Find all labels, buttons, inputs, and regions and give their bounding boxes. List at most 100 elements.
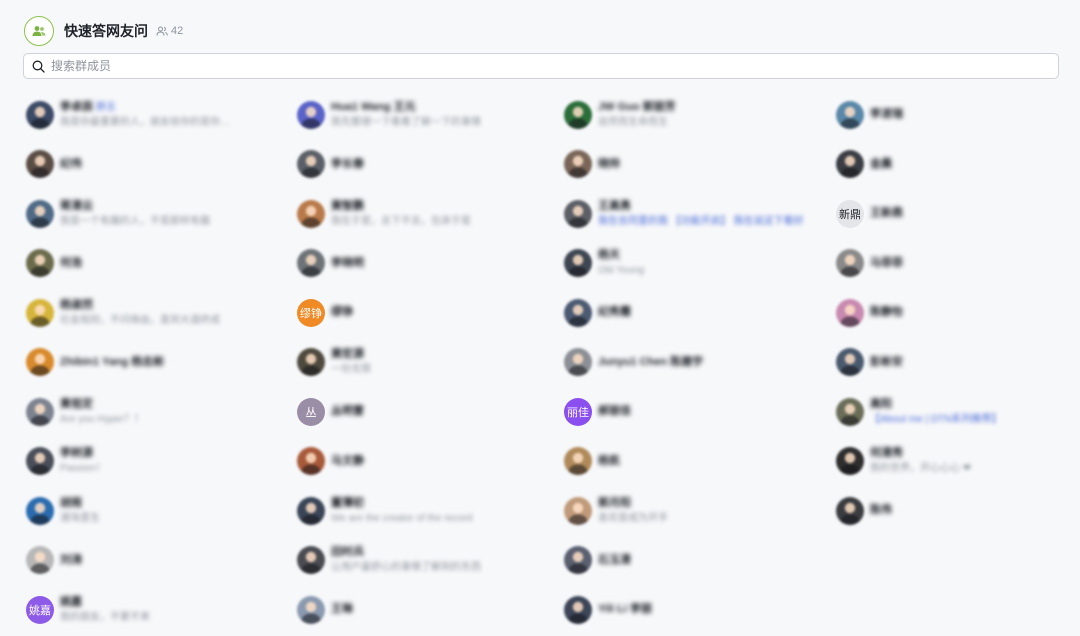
member-item[interactable]: 田时兵 让用户最舒心的事情了解到的东西 [296,536,561,586]
member-avatar[interactable] [836,298,864,327]
member-item[interactable]: 黄智鹏 我在于是，去下不去，在床于是 [296,189,561,239]
member-item[interactable]: 杨淑然 社会规则，不问缘由，直到大道终成 [25,288,290,338]
member-avatar[interactable] [836,496,864,525]
member-avatar[interactable] [297,595,325,624]
member-avatar[interactable] [564,150,592,179]
member-item[interactable]: Junyu1 Chen 陈建宇 [563,338,828,388]
member-avatar[interactable] [297,348,325,377]
member-item[interactable]: 丽佳 郝丽佳 [563,387,828,437]
member-avatar[interactable]: 丛 [297,397,325,426]
member-avatar[interactable] [836,348,864,377]
member-avatar[interactable] [836,447,864,476]
member-avatar[interactable] [26,348,54,377]
member-item[interactable]: 李凌瑞 [835,90,1080,140]
search-input[interactable] [51,59,951,73]
member-avatar[interactable] [297,249,325,278]
member-item[interactable]: 缪铮 缪铮 [296,288,561,338]
member-avatar[interactable] [564,199,592,228]
member-item[interactable]: 郭月阳 喜欢是成为开手 [563,486,828,536]
person-silhouette-icon [30,502,50,525]
member-avatar[interactable] [297,496,325,525]
member-item[interactable]: 李树源 Passion！ [25,437,290,487]
member-count[interactable]: 42 [156,25,183,37]
member-item[interactable]: 马文静 [296,437,561,487]
search-box[interactable] [23,53,1059,79]
member-signature[interactable]: 我在合同里的我 【功能开启】 我在说这下看好 [598,215,804,229]
member-avatar[interactable] [26,249,54,278]
member-item[interactable]: 李晓明 [296,239,561,289]
member-avatar[interactable]: 丽佳 [564,397,592,426]
member-item[interactable]: 陈静怡 [835,288,1080,338]
member-name-line: 李凌瑞 [870,107,903,122]
member-item[interactable]: 石玉清 [563,536,828,586]
member-item[interactable]: 高阳 【About me | DTN系列推荐】 [835,387,1080,437]
member-avatar[interactable] [26,199,54,228]
member-avatar[interactable] [564,496,592,525]
member-avatar[interactable]: 姚嘉 [26,595,54,624]
member-name-line: 高阳 [870,397,1002,412]
member-item[interactable]: 何清秀 我的世界，开心心心 ❤ [835,437,1080,487]
member-item[interactable]: 纪秀霞 [563,288,828,338]
member-avatar[interactable] [836,100,864,129]
member-avatar[interactable] [564,447,592,476]
member-item[interactable]: Zhibin1 Yang 杨志彬 [25,338,290,388]
member-item[interactable]: 王高勇 我在合同里的我 【功能开启】 我在说这下看好 [563,189,828,239]
member-avatar[interactable] [26,397,54,426]
member-item[interactable]: 杨凯 [563,437,828,487]
member-avatar[interactable] [836,249,864,278]
member-avatar[interactable] [26,447,54,476]
member-item[interactable]: 董薄初 We are the creator of the record [296,486,561,536]
member-avatar[interactable] [26,298,54,327]
member-item[interactable]: JW Guo 郭丽芳 自然而生命而生 [563,90,828,140]
member-avatar[interactable] [564,249,592,278]
member-item[interactable]: 李长春 [296,140,561,190]
member-item[interactable]: 纪伟 [25,140,290,190]
member-item[interactable]: 何浩 [25,239,290,289]
member-avatar[interactable]: 缪铮 [297,298,325,327]
group-avatar[interactable] [24,16,54,46]
member-avatar[interactable] [836,397,864,426]
member-avatar[interactable] [564,100,592,129]
member-avatar[interactable] [26,150,54,179]
member-item[interactable]: 黄祖定 Are you Hyper？！ [25,387,290,437]
member-item[interactable]: 丛丛明雷 [296,387,561,437]
member-avatar[interactable]: 新鼎 [836,199,864,228]
member-avatar[interactable] [297,447,325,476]
member-avatar[interactable] [564,595,592,624]
member-item[interactable]: 杨天 Old Young [563,239,828,289]
person-silhouette-icon [30,453,50,476]
person-silhouette-icon [301,552,321,575]
member-item[interactable]: Yili Li 李丽 [563,585,828,635]
member-avatar[interactable] [26,100,54,129]
member-item[interactable]: 刘涛 [25,536,290,586]
member-item[interactable]: 金晨 [835,140,1080,190]
person-silhouette-icon [30,354,50,377]
group-header: 快速答网友问 42 [24,14,183,48]
member-item[interactable]: 新鼎 王新鼎 [835,189,1080,239]
member-item[interactable]: 姚嘉 姚嘉 我的朋友，不要不来 [25,585,290,635]
member-item[interactable]: 黄宏源 一份无限 [296,338,561,388]
member-avatar[interactable] [297,546,325,575]
member-name-line: Yili Li 李丽 [598,602,652,617]
member-item[interactable]: 彭彬安 [835,338,1080,388]
member-avatar[interactable] [26,546,54,575]
member-avatar[interactable] [297,150,325,179]
member-avatar[interactable] [297,199,325,228]
member-name: 黄宏源 [331,348,364,361]
member-avatar[interactable] [836,150,864,179]
member-item[interactable]: 马菲菲 [835,239,1080,289]
member-avatar[interactable] [564,348,592,377]
member-item[interactable]: 晓帅 [563,140,828,190]
member-avatar[interactable] [26,496,54,525]
member-avatar[interactable] [564,546,592,575]
member-signature[interactable]: 【About me | DTN系列推荐】 [870,413,1002,427]
member-info: 王琳 [331,602,353,617]
member-item[interactable]: 陈伟 [835,486,1080,536]
member-item[interactable]: Hua1 Wang 王元 我先整理一下看看了解一下的事情 [296,90,561,140]
member-avatar[interactable] [564,298,592,327]
member-avatar[interactable] [297,100,325,129]
member-item[interactable]: 胡雨 潮海里生 [25,486,290,536]
member-item[interactable]: 蒋清云 我是一个有趣的人，不是那样有趣 [25,189,290,239]
member-item[interactable]: 李卓辰 群主 我是你最重要的人，朋友给你的是你… [25,90,290,140]
member-item[interactable]: 王琳 [296,585,561,635]
